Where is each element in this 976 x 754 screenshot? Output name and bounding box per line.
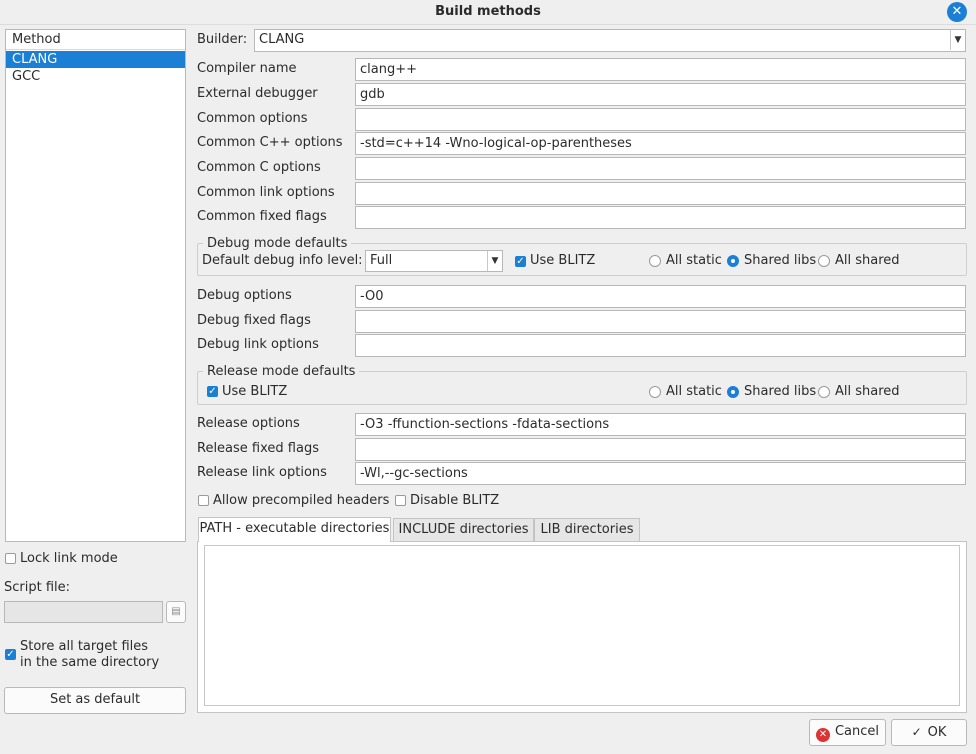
common-cpp-options-label: Common C++ options (197, 135, 343, 150)
cancel-button[interactable]: ✕ Cancel (809, 719, 886, 746)
release-use-blitz-label: Use BLITZ (222, 384, 288, 399)
lock-link-mode-checkbox[interactable] (5, 553, 16, 564)
chevron-down-icon: ▼ (950, 30, 965, 50)
compiler-name-input[interactable]: clang++ (355, 58, 966, 81)
tab-include[interactable]: INCLUDE directories (393, 518, 534, 541)
builder-value: CLANG (259, 32, 305, 47)
debug-info-level-select[interactable]: Full ▼ (365, 250, 503, 272)
release-radio-all-shared-label: All shared (835, 384, 900, 399)
common-fixed-flags-label: Common fixed flags (197, 209, 327, 224)
debug-info-level-value: Full (370, 253, 393, 268)
common-link-options-input[interactable] (355, 182, 966, 205)
debug-fixed-flags-label: Debug fixed flags (197, 313, 311, 328)
method-list-header: Method (6, 30, 185, 50)
check-icon: ✓ (911, 725, 922, 739)
debug-radio-shared-libs[interactable] (727, 255, 739, 267)
debug-link-options-label: Debug link options (197, 337, 319, 352)
common-options-label: Common options (197, 111, 308, 126)
debug-radio-all-shared-label: All shared (835, 253, 900, 268)
directory-list[interactable] (204, 545, 960, 706)
debug-radio-all-static-label: All static (666, 253, 722, 268)
common-fixed-flags-input[interactable] (355, 206, 966, 229)
cancel-icon: ✕ (815, 728, 830, 742)
common-link-options-label: Common link options (197, 185, 335, 200)
store-target-label-2: in the same directory (20, 655, 160, 670)
script-file-input[interactable] (4, 601, 163, 623)
release-link-options-label: Release link options (197, 465, 327, 480)
method-item-gcc[interactable]: GCC (6, 68, 185, 85)
debug-fixed-flags-input[interactable] (355, 310, 966, 333)
debug-mode-group-title: Debug mode defaults (203, 236, 352, 252)
release-fixed-flags-label: Release fixed flags (197, 441, 319, 456)
release-radio-all-shared[interactable] (818, 386, 830, 398)
script-file-label: Script file: (4, 580, 71, 595)
debug-link-options-input[interactable] (355, 334, 966, 357)
close-icon[interactable]: ✕ (947, 2, 967, 22)
debug-radio-all-shared[interactable] (818, 255, 830, 267)
chevron-down-icon: ▼ (487, 251, 502, 271)
debug-info-level-label: Default debug info level: (202, 253, 363, 268)
debug-use-blitz-label: Use BLITZ (530, 253, 596, 268)
common-c-options-label: Common C options (197, 160, 321, 175)
set-as-default-button[interactable]: Set as default (4, 687, 186, 714)
debug-use-blitz-checkbox[interactable]: ✓ (515, 256, 526, 267)
disable-blitz-checkbox[interactable] (395, 495, 406, 506)
common-cpp-options-input[interactable]: -std=c++14 -Wno-logical-op-parentheses (355, 132, 966, 155)
lock-link-mode-label: Lock link mode (20, 551, 118, 566)
release-fixed-flags-input[interactable] (355, 438, 966, 461)
release-mode-group-title: Release mode defaults (203, 364, 360, 380)
release-use-blitz-checkbox[interactable]: ✓ (207, 386, 218, 397)
debug-radio-shared-libs-label: Shared libs (744, 253, 817, 268)
external-debugger-input[interactable]: gdb (355, 83, 966, 106)
allow-precompiled-label: Allow precompiled headers (213, 493, 390, 508)
debug-options-input[interactable]: -O0 (355, 285, 966, 308)
compiler-name-label: Compiler name (197, 61, 297, 76)
common-options-input[interactable] (355, 108, 966, 131)
external-debugger-label: External debugger (197, 86, 318, 101)
method-item-clang[interactable]: CLANG (6, 51, 185, 68)
ok-button[interactable]: ✓ OK (891, 719, 967, 746)
debug-options-label: Debug options (197, 288, 292, 303)
builder-select[interactable]: CLANG ▼ (254, 29, 966, 52)
cancel-label: Cancel (834, 724, 880, 739)
release-radio-shared-libs[interactable] (727, 386, 739, 398)
tab-lib[interactable]: LIB directories (534, 518, 640, 541)
release-options-label: Release options (197, 416, 300, 431)
disable-blitz-label: Disable BLITZ (410, 493, 500, 508)
release-radio-shared-libs-label: Shared libs (744, 384, 817, 399)
release-options-input[interactable]: -O3 -ffunction-sections -fdata-sections (355, 413, 966, 436)
store-target-checkbox[interactable]: ✓ (5, 649, 16, 660)
release-radio-all-static[interactable] (649, 386, 661, 398)
window-title: Build methods (435, 4, 541, 19)
ok-label: OK (927, 725, 947, 740)
method-list[interactable]: Method CLANG GCC (5, 29, 186, 542)
debug-radio-all-static[interactable] (649, 255, 661, 267)
release-link-options-input[interactable]: -Wl,--gc-sections (355, 462, 966, 485)
tab-path[interactable]: PATH - executable directories (198, 517, 391, 542)
allow-precompiled-checkbox[interactable] (198, 495, 209, 506)
release-radio-all-static-label: All static (666, 384, 722, 399)
builder-label: Builder: (197, 32, 248, 47)
browse-file-icon[interactable]: ▤ (166, 601, 186, 623)
common-c-options-input[interactable] (355, 157, 966, 180)
